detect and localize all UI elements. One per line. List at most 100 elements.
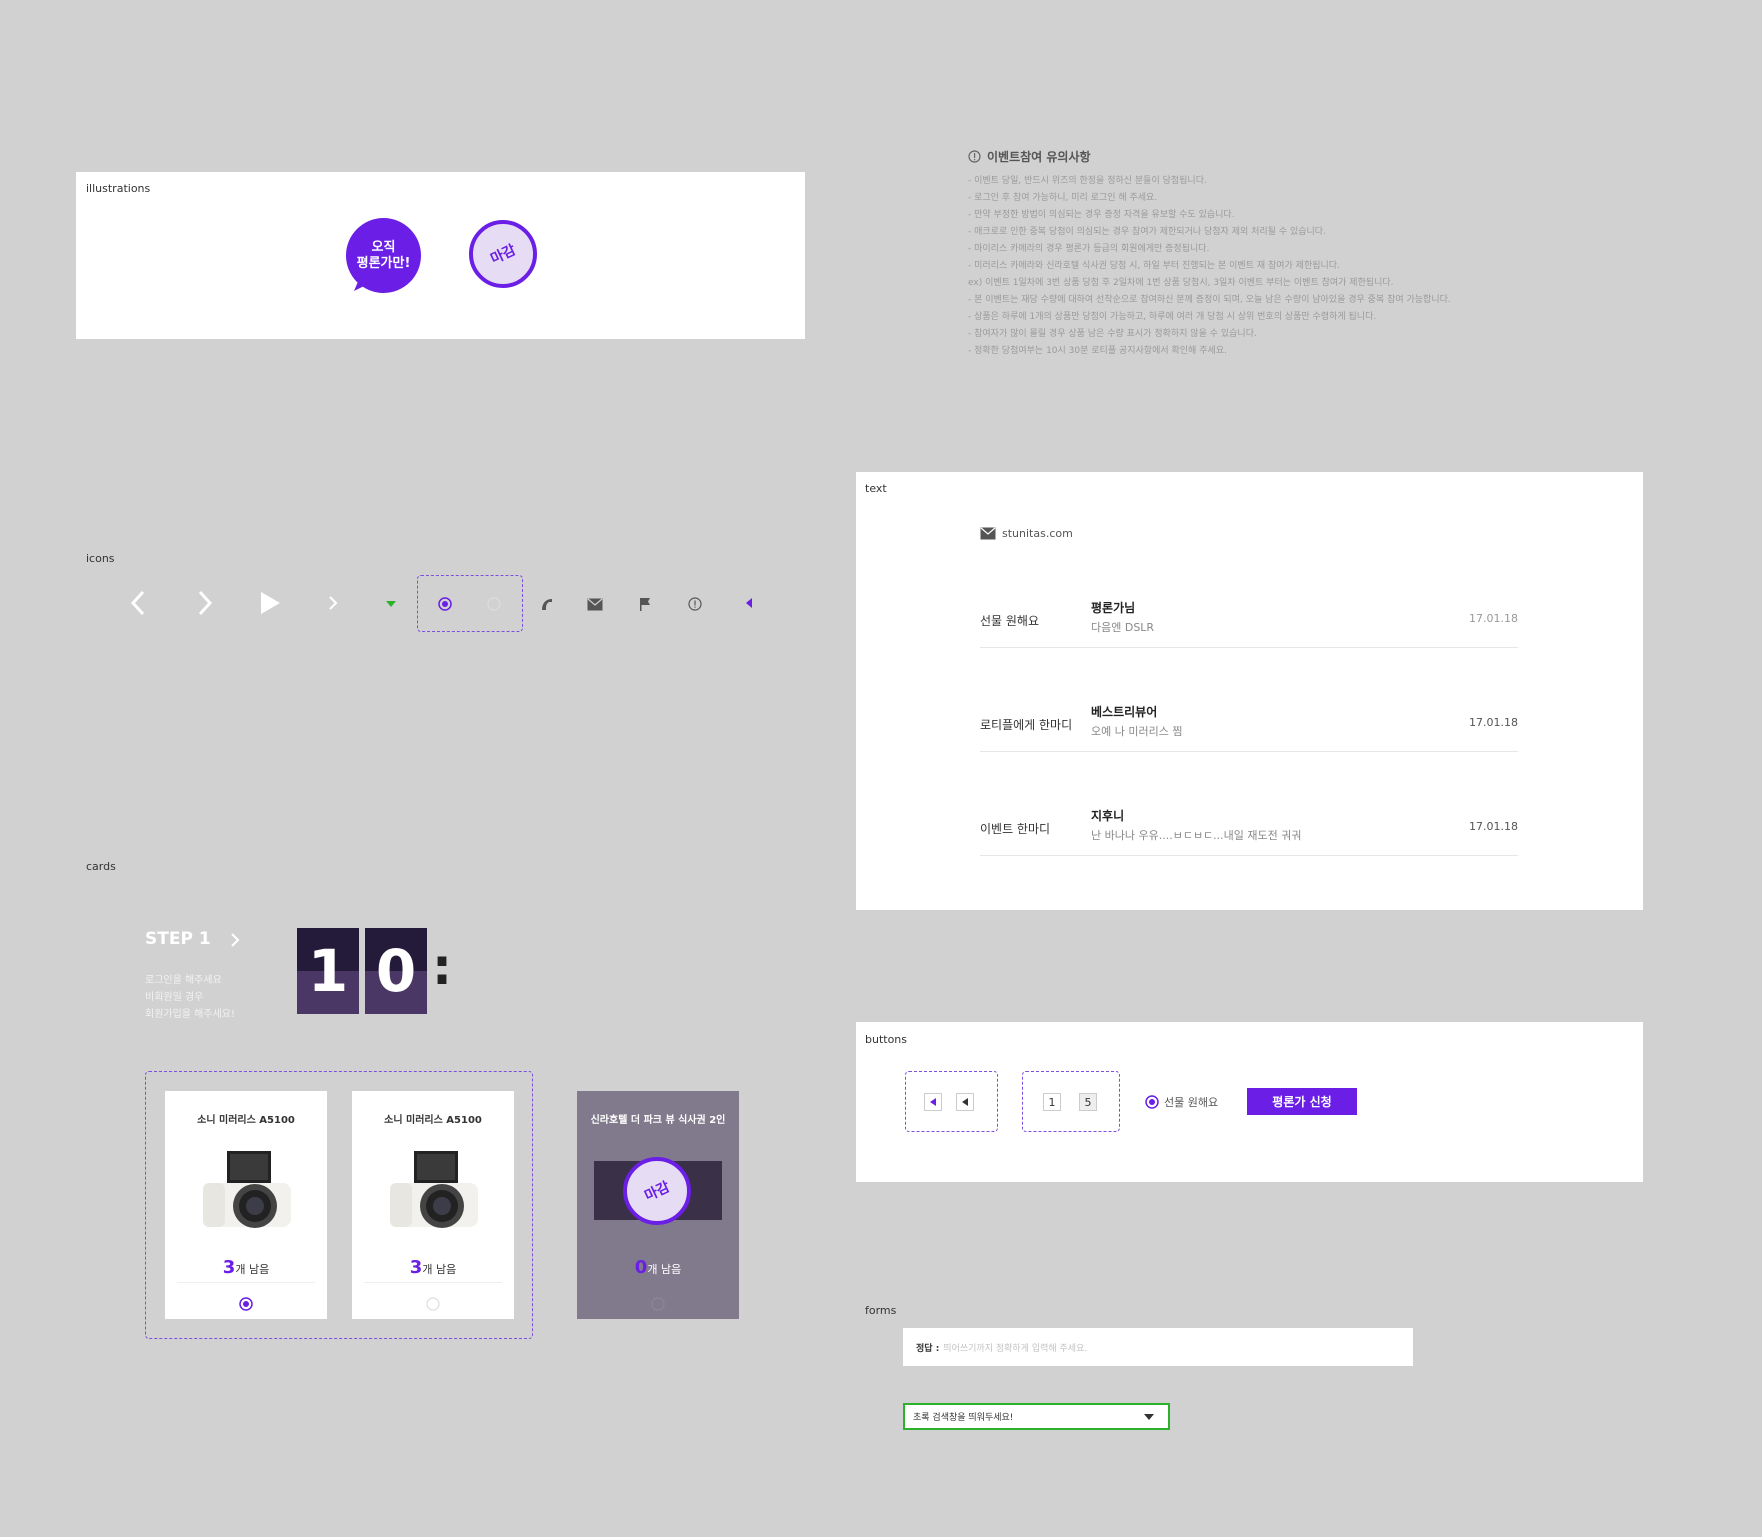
card-divider: [177, 1282, 315, 1283]
count-unit: 개 남음: [235, 1263, 270, 1276]
row-label: 이벤트 한마디: [980, 822, 1051, 836]
phone-icon[interactable]: [537, 595, 555, 613]
page-number-button[interactable]: 1: [1043, 1093, 1061, 1111]
count-number: 3: [409, 1257, 423, 1278]
count-unit: 개 남음: [422, 1263, 457, 1276]
row-subtitle: 오예 나 미러리스 찜: [1091, 725, 1183, 738]
section-label-text: text: [865, 482, 887, 495]
select-value: 초록 검색창을 띄워두세요!: [913, 1413, 1014, 1423]
row-label: 로티플에게 한마디: [980, 718, 1073, 732]
section-label-icons: icons: [86, 552, 115, 565]
caret-down-icon[interactable]: [384, 598, 398, 610]
product-card[interactable]: 소니 미러리스 A5100 3개 남음: [165, 1091, 327, 1319]
countdown-colon: :: [432, 938, 452, 996]
caret-left-icon: [930, 1098, 936, 1106]
remaining-count: 0개 남음: [577, 1257, 739, 1278]
apply-button[interactable]: 평론가 신청: [1247, 1088, 1357, 1115]
row-subtitle: 다음엔 DSLR: [1091, 621, 1155, 634]
notice-line: - 본 이벤트는 재당 수량에 대하여 선착순으로 참여하신 분께 증정이 되며…: [968, 295, 1451, 305]
remaining-count: 3개 남음: [165, 1257, 327, 1278]
notice-line: - 정확한 당첨여부는 10시 30분 로티플 공지사항에서 확인해 주세요.: [968, 346, 1227, 356]
countdown-digit: 0: [365, 928, 427, 1014]
step-desc-line: 회원가입을 해주세요!: [145, 1009, 235, 1020]
row-date: 17.01.18: [1469, 612, 1518, 625]
bubble-line2: 평론가만!: [356, 255, 411, 271]
answer-placeholder: 띄어쓰기까지 정확하게 입력해 주세요.: [943, 1343, 1088, 1354]
bubble-line1: 오직: [371, 239, 396, 255]
radio-checked-icon[interactable]: [437, 596, 453, 612]
count-number: 3: [222, 1257, 236, 1278]
notice-line: ex) 이벤트 1일차에 3번 상품 당첨 후 2일차에 1번 상품 당첨시, …: [968, 278, 1394, 288]
count-unit: 개 남음: [647, 1263, 682, 1276]
caret-left-icon: [962, 1098, 968, 1106]
notice-line: - 만약 부정한 방법이 의심되는 경우 증정 자격을 유보할 수도 있습니다.: [968, 210, 1235, 220]
radio-unchecked-icon[interactable]: [486, 596, 502, 612]
count-number: 0: [634, 1257, 648, 1278]
row-label: 선물 원해요: [980, 614, 1040, 628]
site-text: stunitas.com: [1002, 527, 1073, 540]
radio-disabled-icon: [651, 1297, 665, 1311]
product-card-sold-out: 신라호텔 더 파크 뷰 식사권 2인 마감 0개 남음: [577, 1091, 739, 1319]
section-label-cards: cards: [86, 860, 116, 873]
radio-checked-icon[interactable]: [239, 1297, 253, 1311]
section-label-buttons: buttons: [865, 1033, 908, 1046]
bubble-tail: [354, 277, 370, 291]
answer-label: 정답 :: [916, 1343, 940, 1354]
notice-line: - 매크로로 인한 중복 당첨이 의심되는 경우 참여가 제한되거나 당첨자 제…: [968, 227, 1326, 237]
camera-image: [203, 1151, 291, 1228]
site-link[interactable]: stunitas.com: [980, 527, 1073, 540]
gift-radio[interactable]: 선물 원해요: [1145, 1094, 1218, 1110]
camera-image: [390, 1151, 478, 1228]
closed-stamp: 마감: [623, 1157, 691, 1225]
small-chevron-right-icon[interactable]: [326, 594, 340, 612]
row-title: 지후니: [1091, 809, 1125, 823]
mail-icon: [980, 527, 996, 540]
notice-block: 이벤트참여 유의사항 - 이벤트 당일, 반드시 위즈의 한정을 정하신 분들이…: [968, 148, 1488, 360]
caret-left-icon[interactable]: [742, 596, 756, 610]
radio-label: 선물 원해요: [1164, 1096, 1219, 1109]
section-label-illustrations: illustrations: [86, 182, 151, 195]
notice-title: 이벤트참여 유의사항: [987, 150, 1091, 164]
card-title: 소니 미러리스 A5100: [197, 1115, 295, 1126]
notice-line: - 참여자가 많이 몰릴 경우 상품 남은 수량 표시가 정확하지 않을 수 있…: [968, 329, 1257, 339]
radio-checked-icon: [1145, 1095, 1159, 1109]
illustrations-panel: illustrations 오직 평론가만! 마감: [76, 172, 805, 339]
countdown-digit: 1: [297, 928, 359, 1014]
card-divider: [364, 1282, 502, 1283]
list-item: 선물 원해요 평론가님 다음엔 DSLR 17.01.18: [980, 585, 1518, 648]
stamp-text: 마감: [642, 1179, 673, 1205]
step-title: STEP 1: [145, 929, 211, 949]
prev-button-active[interactable]: [924, 1093, 942, 1111]
section-label-forms: forms: [865, 1304, 897, 1317]
notice-line: - 이벤트 당일, 반드시 위즈의 한정을 정하신 분들이 당첨됩니다.: [968, 176, 1207, 186]
list-item: 로티플에게 한마디 베스트리뷰어 오예 나 미러리스 찜 17.01.18: [980, 689, 1518, 752]
remaining-count: 3개 남음: [352, 1257, 514, 1278]
row-title: 평론가님: [1091, 601, 1136, 615]
step-chevron-right-icon[interactable]: [228, 930, 242, 950]
stamp-text: 마감: [488, 242, 519, 268]
card-title: 신라호텔 더 파크 뷰 식사권 2인: [590, 1115, 726, 1126]
radio-unchecked-icon[interactable]: [426, 1297, 440, 1311]
flag-icon[interactable]: [637, 595, 653, 613]
info-icon: [968, 150, 981, 163]
product-card[interactable]: 소니 미러리스 A5100 3개 남음: [352, 1091, 514, 1319]
info-circle-icon[interactable]: [686, 595, 704, 613]
chevron-down-icon: [1144, 1414, 1154, 1420]
step-desc-line: 비회원일 경우: [145, 992, 204, 1003]
play-icon[interactable]: [258, 590, 282, 616]
page-number-button-active[interactable]: 5: [1079, 1093, 1097, 1111]
mail-icon[interactable]: [586, 595, 604, 613]
chevron-right-icon[interactable]: [193, 588, 217, 618]
radio-icon-group: [417, 575, 523, 632]
closed-stamp: 마감: [469, 220, 537, 288]
row-date: 17.01.18: [1469, 820, 1518, 833]
chevron-left-icon[interactable]: [126, 588, 150, 618]
answer-field[interactable]: 정답 : 띄어쓰기까지 정확하게 입력해 주세요.: [903, 1328, 1413, 1366]
notice-line: - 상품은 하루에 1개의 상품만 당첨이 가능하고, 하루에 여러 개 당첨 …: [968, 312, 1377, 322]
prev-button[interactable]: [956, 1093, 974, 1111]
card-title: 소니 미러리스 A5100: [384, 1115, 482, 1126]
search-select[interactable]: 초록 검색창을 띄워두세요!: [903, 1403, 1170, 1430]
step-description: 로그인을 해주세요 비회원일 경우 회원가입을 해주세요!: [145, 972, 235, 1023]
row-subtitle: 난 바나나 우유....ㅂㄷㅂㄷ...내일 재도전 궈궈: [1091, 829, 1302, 842]
step-desc-line: 로그인을 해주세요: [145, 975, 222, 986]
